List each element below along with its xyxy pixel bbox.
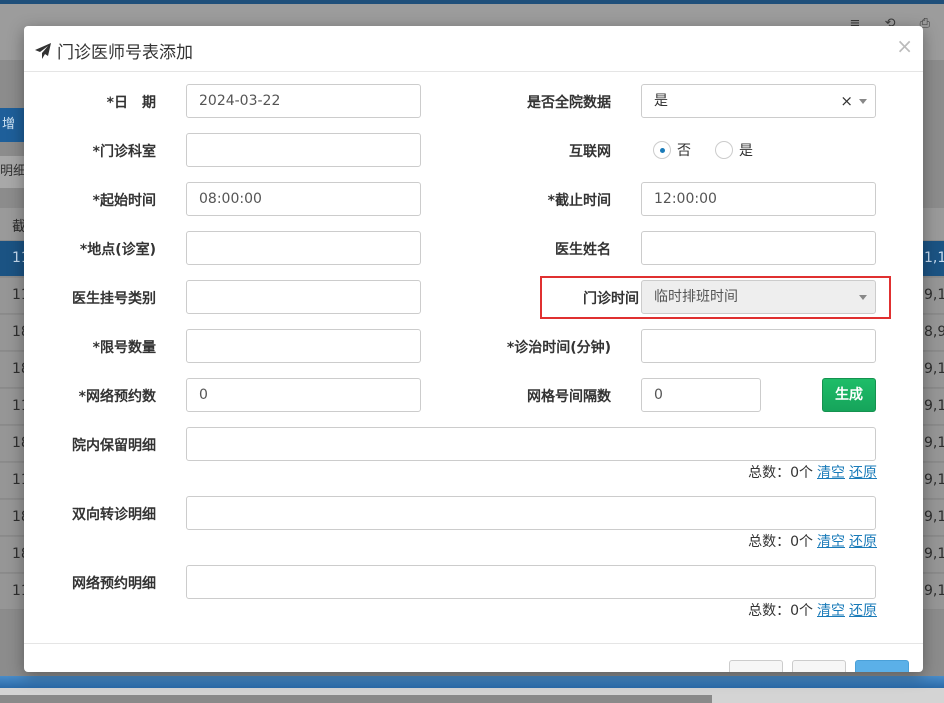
table-cell: 18	[12, 509, 24, 525]
modal-title-text: 门诊医师号表添加	[57, 43, 193, 63]
table-cell: 9,16	[924, 287, 944, 303]
table-cell: 9,16	[924, 546, 944, 562]
table-cell: 1,15	[924, 250, 944, 266]
app-detail-tab: 明细	[0, 156, 24, 188]
modal-title: 门诊医师号表添加	[34, 38, 193, 63]
table-cell: 9,16	[924, 472, 944, 488]
start-time-input[interactable]	[186, 182, 421, 216]
table-cell: 11	[12, 287, 24, 303]
interval-input[interactable]	[641, 378, 761, 412]
modal-header: 门诊医师号表添加 ×	[24, 26, 923, 72]
online-total-count: 总数：0个	[748, 603, 813, 619]
table-cell: 8,9,	[924, 324, 944, 340]
dept-label: *门诊科室	[92, 144, 156, 160]
date-input[interactable]	[186, 84, 421, 118]
location-input[interactable]	[186, 231, 421, 265]
internet-option-yes-label: 是	[739, 143, 753, 159]
referral-restore-link[interactable]: 还原	[849, 534, 877, 550]
start-time-label: *起始时间	[92, 193, 156, 209]
clinic-time-select[interactable]: 临时排班时间	[641, 280, 876, 314]
reg-type-label: 医生挂号类别	[72, 291, 156, 307]
internet-label: 互联网	[569, 144, 611, 160]
doctor-name-input[interactable]	[641, 231, 876, 265]
app-add-bar: 增	[0, 108, 24, 142]
online-detail-label: 网络预约明细	[72, 576, 156, 592]
location-label: *地点(诊室)	[79, 242, 156, 258]
hospital-wide-select[interactable]: 是 ×	[641, 84, 876, 118]
radio-checked-icon[interactable]	[653, 141, 671, 159]
app-horizontal-scrollbar	[0, 695, 712, 703]
app-table-header-text: 截	[12, 219, 24, 235]
close-icon[interactable]: ×	[896, 36, 913, 56]
hospital-wide-value: 是	[654, 93, 668, 109]
referral-detail-label: 双向转诊明细	[72, 507, 156, 523]
table-cell: 11	[12, 250, 24, 266]
table-cell: 18	[12, 324, 24, 340]
online-count-label: *网络预约数	[78, 389, 156, 405]
chevron-down-icon	[859, 99, 867, 104]
table-cell: 9,16	[924, 398, 944, 414]
online-clear-link[interactable]: 清空	[817, 603, 845, 619]
add-schedule-modal: 门诊医师号表添加 × *日 期 *门诊科室 *起始时间 *地点(诊室) 医生挂号…	[24, 26, 923, 672]
limit-count-label: *限号数量	[92, 340, 156, 356]
chevron-down-icon	[859, 295, 867, 300]
internet-option-no-label: 否	[677, 143, 691, 159]
modal-footer-divider	[24, 643, 923, 644]
clinic-time-label: 门诊时间	[583, 291, 639, 307]
table-cell: 9,16	[924, 583, 944, 599]
reserve-detail-label: 院内保留明细	[72, 438, 156, 454]
table-cell: 11	[12, 583, 24, 599]
table-cell: 18	[12, 546, 24, 562]
table-cell: 11	[12, 398, 24, 414]
reserve-total-count: 总数：0个	[748, 465, 813, 481]
table-cell: 9,10	[924, 361, 944, 377]
clinic-time-value: 临时排班时间	[654, 289, 738, 305]
treat-minutes-label: *诊治时间(分钟)	[506, 340, 611, 356]
table-cell: 18	[12, 361, 24, 377]
footer-button-1[interactable]	[729, 660, 783, 672]
limit-count-input[interactable]	[186, 329, 421, 363]
app-footer-strip	[0, 676, 944, 688]
reg-type-input[interactable]	[186, 280, 421, 314]
online-restore-link[interactable]: 还原	[849, 603, 877, 619]
table-cell: 18	[12, 435, 24, 451]
hospital-wide-label: 是否全院数据	[527, 95, 611, 111]
end-time-label: *截止时间	[547, 193, 611, 209]
table-cell: 11	[12, 472, 24, 488]
clear-selection-icon[interactable]: ×	[840, 85, 853, 117]
internet-radio-group: 否 是	[653, 140, 771, 160]
date-label: *日 期	[106, 95, 156, 111]
footer-button-2[interactable]	[792, 660, 846, 672]
interval-label: 网格号间隔数	[527, 389, 611, 405]
online-count-input[interactable]	[186, 378, 421, 412]
reserve-detail-input[interactable]	[186, 427, 876, 461]
paper-plane-icon	[35, 42, 51, 59]
doctor-name-label: 医生姓名	[555, 242, 611, 258]
radio-unchecked-icon[interactable]	[715, 141, 733, 159]
online-totals: 总数：0个 清空 还原	[748, 600, 877, 620]
internet-option-no[interactable]: 否	[653, 140, 691, 160]
generate-button[interactable]: 生成	[822, 378, 876, 412]
online-detail-input[interactable]	[186, 565, 876, 599]
dept-input[interactable]	[186, 133, 421, 167]
end-time-input[interactable]	[641, 182, 876, 216]
table-cell: 9,16	[924, 435, 944, 451]
reserve-clear-link[interactable]: 清空	[817, 465, 845, 481]
reserve-restore-link[interactable]: 还原	[849, 465, 877, 481]
referral-detail-input[interactable]	[186, 496, 876, 530]
referral-total-count: 总数：0个	[748, 534, 813, 550]
internet-option-yes[interactable]: 是	[715, 140, 753, 160]
treat-minutes-input[interactable]	[641, 329, 876, 363]
referral-clear-link[interactable]: 清空	[817, 534, 845, 550]
referral-totals: 总数：0个 清空 还原	[748, 531, 877, 551]
footer-primary-button[interactable]	[855, 660, 909, 672]
reserve-totals: 总数：0个 清空 还原	[748, 462, 877, 482]
table-cell: 9,16	[924, 509, 944, 525]
